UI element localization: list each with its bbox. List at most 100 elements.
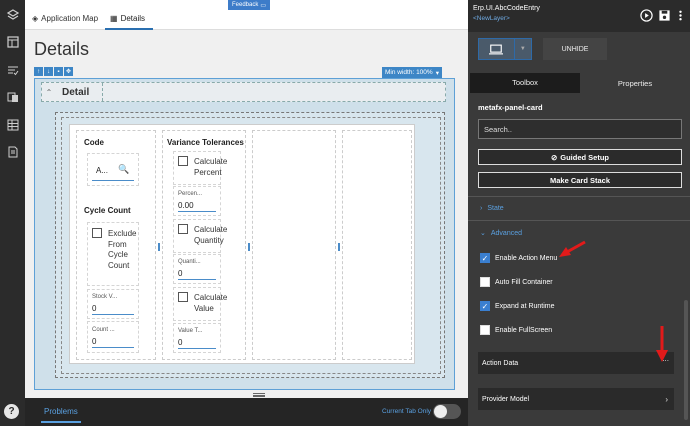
delete-icon[interactable]: ▪ bbox=[54, 67, 63, 76]
help-icon[interactable]: ? bbox=[4, 404, 19, 419]
search-input[interactable]: Search.. bbox=[478, 119, 682, 139]
detail-panel-header[interactable]: ⌃ Detail bbox=[41, 82, 446, 102]
field-underline bbox=[178, 348, 216, 349]
enable-action-menu-option[interactable]: ✓ Enable Action Menu bbox=[480, 253, 557, 263]
feedback-label: Feedback bbox=[232, 2, 259, 8]
calc-percent-checkbox[interactable] bbox=[178, 156, 188, 166]
state-label: State bbox=[487, 205, 504, 212]
save-icon[interactable] bbox=[657, 8, 671, 22]
calc-value[interactable]: Calculate Value bbox=[173, 287, 227, 321]
play-icon[interactable] bbox=[639, 8, 653, 22]
arrow-down-icon[interactable]: ↓ bbox=[44, 67, 53, 76]
annotation-arrow-icon bbox=[656, 326, 668, 362]
problems-bar: Problems Current Tab Only bbox=[25, 398, 468, 426]
section-title-cycle-count: Cycle Count bbox=[84, 206, 131, 215]
field-underline bbox=[178, 279, 216, 280]
action-data-row[interactable]: Action Data ... bbox=[478, 352, 674, 374]
tab-details[interactable]: ▦ Details bbox=[110, 14, 145, 23]
unhide-button[interactable]: UNHIDE bbox=[543, 38, 607, 60]
divider bbox=[102, 83, 103, 101]
column-empty-2[interactable] bbox=[342, 130, 412, 360]
tab-properties[interactable]: Properties bbox=[580, 73, 690, 93]
move-icon[interactable]: ✥ bbox=[64, 67, 73, 76]
calc-quantity-checkbox[interactable] bbox=[178, 224, 188, 234]
column-empty-1[interactable] bbox=[252, 130, 336, 360]
panel-card-inner[interactable]: Code A... 🔍 Cycle Count Exclude From Cyc… bbox=[61, 117, 441, 374]
column-variance[interactable]: Variance Tolerances Calculate Percent Pe… bbox=[162, 130, 246, 360]
guided-setup-button[interactable]: ⊘ Guided Setup bbox=[478, 149, 682, 165]
calc-value-checkbox[interactable] bbox=[178, 292, 188, 302]
count-value: 0 bbox=[92, 337, 97, 346]
value-field[interactable]: Value T... 0 bbox=[173, 323, 221, 353]
arrow-up-icon[interactable]: ↑ bbox=[34, 67, 43, 76]
column-resize-handle[interactable] bbox=[158, 243, 160, 251]
panel-card[interactable]: Code A... 🔍 Cycle Count Exclude From Cyc… bbox=[69, 124, 415, 364]
feedback-button[interactable]: Feedback ▭ bbox=[228, 0, 271, 10]
expand-at-runtime-option[interactable]: ✓ Expand at Runtime bbox=[480, 301, 555, 311]
search-icon[interactable]: 🔍 bbox=[118, 164, 129, 175]
laptop-icon bbox=[479, 44, 514, 55]
panel-scrollbar[interactable] bbox=[684, 300, 688, 420]
action-data-label: Action Data bbox=[482, 359, 519, 367]
layout-container[interactable]: ⌃ Detail Code A... 🔍 Cycle Count Exclude… bbox=[34, 78, 455, 390]
panel-header: Erp.UI.AbcCodeEntry <NewLayer> bbox=[468, 0, 690, 32]
section-title-variance: Variance Tolerances bbox=[167, 138, 244, 147]
column-resize-handle[interactable] bbox=[248, 243, 250, 251]
auto-fill-container-option[interactable]: Auto Fill Container bbox=[480, 277, 553, 287]
panel-resize-handle[interactable] bbox=[253, 393, 265, 398]
more-vertical-icon[interactable] bbox=[673, 8, 687, 22]
layer-name[interactable]: <NewLayer> bbox=[473, 15, 510, 22]
percent-field[interactable]: Percen... 0.00 bbox=[173, 186, 221, 216]
problems-tab-underline bbox=[41, 421, 81, 423]
chevron-up-icon[interactable]: ⌃ bbox=[42, 88, 56, 97]
state-section-toggle[interactable]: › State bbox=[480, 205, 504, 212]
device-selector[interactable]: ▼ bbox=[478, 38, 532, 60]
make-card-stack-button[interactable]: Make Card Stack bbox=[478, 172, 682, 188]
layout-icon[interactable] bbox=[5, 34, 20, 49]
chevron-right-icon: › bbox=[480, 205, 483, 212]
option-label: Enable FullScreen bbox=[495, 326, 553, 334]
checklist-icon[interactable] bbox=[5, 62, 20, 77]
min-width-dropdown[interactable]: Min width: 100% ▾ bbox=[382, 67, 442, 78]
quantity-label: Quanti... bbox=[178, 259, 201, 265]
table-icon[interactable] bbox=[5, 117, 20, 132]
field-underline bbox=[92, 314, 134, 315]
auto-fill-container-checkbox[interactable] bbox=[480, 277, 490, 287]
advanced-section-toggle[interactable]: ⌄ Advanced bbox=[480, 229, 523, 238]
value-label: Value T... bbox=[178, 328, 203, 334]
panel-card-grid[interactable]: Code A... 🔍 Cycle Count Exclude From Cyc… bbox=[55, 112, 445, 378]
enable-action-menu-checkbox[interactable]: ✓ bbox=[480, 253, 490, 263]
grid-icon: ▦ bbox=[110, 14, 118, 23]
current-tab-only-label: Current Tab Only bbox=[382, 408, 432, 415]
data-icon[interactable] bbox=[5, 89, 20, 104]
enable-fullscreen-option[interactable]: Enable FullScreen bbox=[480, 325, 552, 335]
expand-at-runtime-checkbox[interactable]: ✓ bbox=[480, 301, 490, 311]
section-title-code: Code bbox=[84, 138, 104, 147]
selected-component-name: metafx-panel-card bbox=[478, 103, 543, 112]
problems-tab[interactable]: Problems bbox=[44, 407, 78, 416]
exclude-cycle-count[interactable]: Exclude From Cycle Count bbox=[87, 222, 139, 286]
quantity-field[interactable]: Quanti... 0 bbox=[173, 254, 221, 284]
enable-fullscreen-checkbox[interactable] bbox=[480, 325, 490, 335]
tab-application-map[interactable]: ◈ Application Map bbox=[32, 14, 98, 23]
detail-title: Detail bbox=[62, 86, 90, 98]
code-field[interactable]: A... 🔍 bbox=[87, 153, 139, 186]
make-card-stack-label: Make Card Stack bbox=[549, 175, 611, 185]
advanced-label: Advanced bbox=[490, 229, 523, 237]
provider-model-row[interactable]: Provider Model › bbox=[478, 388, 674, 410]
layers-icon[interactable] bbox=[5, 7, 20, 22]
exclude-checkbox[interactable] bbox=[92, 228, 102, 238]
chevron-down-icon[interactable]: ▼ bbox=[513, 39, 531, 59]
chevron-right-icon: › bbox=[665, 394, 668, 404]
calc-quantity[interactable]: Calculate Quantity bbox=[173, 219, 227, 253]
calc-percent[interactable]: Calculate Percent bbox=[173, 151, 227, 185]
document-edit-icon[interactable] bbox=[5, 144, 20, 159]
count-field[interactable]: Count ... 0 bbox=[87, 321, 139, 353]
column-code[interactable]: Code A... 🔍 Cycle Count Exclude From Cyc… bbox=[76, 130, 156, 360]
tab-toolbox[interactable]: Toolbox bbox=[470, 73, 580, 93]
guided-setup-label: Guided Setup bbox=[560, 152, 610, 162]
field-underline bbox=[178, 211, 216, 212]
stock-field[interactable]: Stock V... 0 bbox=[87, 289, 139, 319]
column-resize-handle[interactable] bbox=[338, 243, 340, 251]
option-label: Expand at Runtime bbox=[495, 302, 555, 310]
